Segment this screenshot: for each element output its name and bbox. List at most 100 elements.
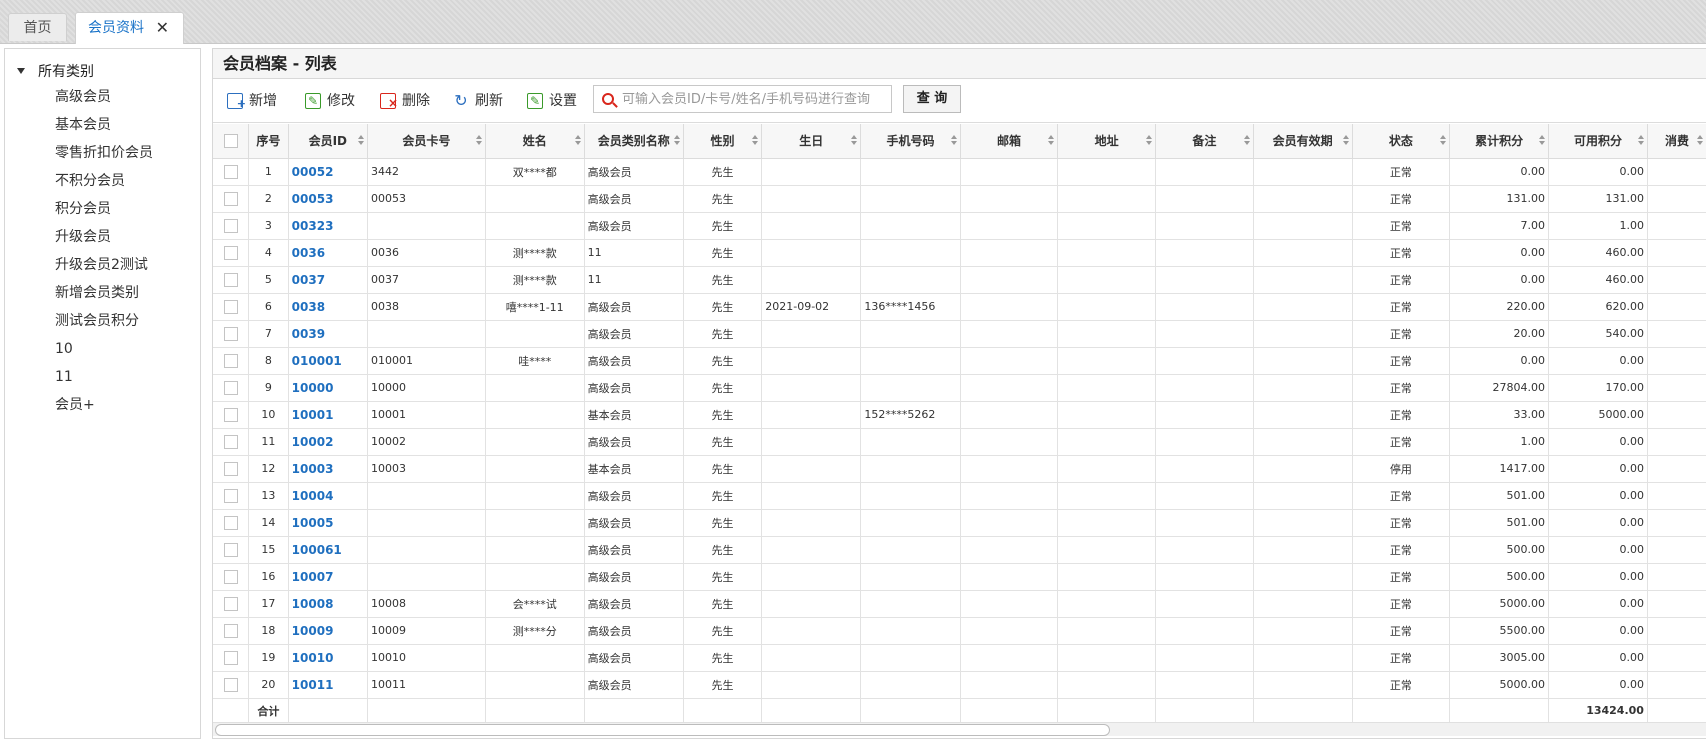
- tab-home[interactable]: 首页: [8, 13, 67, 41]
- member-id-link-cell[interactable]: 00052: [288, 158, 368, 186]
- column-header[interactable]: 姓名: [485, 124, 585, 159]
- member-id-link-cell[interactable]: 010001: [288, 347, 368, 375]
- column-header[interactable]: 性别: [683, 124, 763, 159]
- member-id-link-cell[interactable]: 00053: [288, 185, 368, 213]
- column-header[interactable]: 会员卡号: [367, 124, 486, 159]
- member-id-link-cell[interactable]: 0039: [288, 320, 368, 348]
- tree-root-all-categories[interactable]: 所有类别: [13, 61, 94, 81]
- member-id-link-cell[interactable]: 10003: [288, 455, 368, 483]
- column-header[interactable]: 邮箱: [960, 124, 1059, 159]
- member-id-link-cell[interactable]: 0037: [288, 266, 368, 294]
- row-checkbox[interactable]: [223, 407, 238, 422]
- table-row[interactable]: 16 10007 高级会员 先生 正常 500.00 0.00: [213, 563, 1706, 591]
- member-id-link-cell[interactable]: 00323: [288, 212, 368, 240]
- row-checkbox[interactable]: [223, 380, 238, 395]
- row-checkbox[interactable]: [223, 542, 238, 557]
- row-checkbox[interactable]: [223, 569, 238, 584]
- row-checkbox[interactable]: [223, 353, 238, 368]
- row-checkbox[interactable]: [223, 623, 238, 638]
- settings-button[interactable]: 设置: [527, 91, 577, 111]
- row-checkbox[interactable]: [223, 488, 238, 503]
- table-row[interactable]: 20 10011 10011 高级会员 先生 正常 5000.00 0.00: [213, 671, 1706, 699]
- table-row[interactable]: 8 010001 010001 哇**** 高级会员 先生 正常 0.00 0.00: [213, 347, 1706, 375]
- table-row[interactable]: 10 10001 10001 基本会员 先生 152****5262 正常 33.00 5000…: [213, 401, 1706, 429]
- table-row[interactable]: 11 10002 10002 高级会员 先生 正常 1.00 0.00: [213, 428, 1706, 456]
- member-id-link-cell[interactable]: 10005: [288, 509, 368, 537]
- member-id-link-cell[interactable]: 10009: [288, 617, 368, 645]
- row-checkbox[interactable]: [223, 434, 238, 449]
- column-header[interactable]: 地址: [1057, 124, 1157, 159]
- column-header[interactable]: 备注: [1155, 124, 1254, 159]
- column-header[interactable]: 手机号码: [860, 124, 961, 159]
- member-id-link-cell[interactable]: 10010: [288, 644, 368, 672]
- column-header[interactable]: 会员ID: [288, 124, 368, 159]
- search-input[interactable]: [622, 91, 882, 107]
- table-row[interactable]: 15 100061 高级会员 先生 正常 500.00 0.00: [213, 536, 1706, 564]
- table-row[interactable]: 6 0038 0038 嘻****1-11 高级会员 先生 2021-09-02 136***…: [213, 293, 1706, 321]
- sidebar-item[interactable]: 高级会员: [55, 83, 153, 111]
- delete-button[interactable]: 删除: [380, 91, 430, 113]
- member-id-link-cell[interactable]: 10000: [288, 374, 368, 402]
- sidebar-item[interactable]: 零售折扣价会员: [55, 139, 153, 167]
- row-checkbox[interactable]: [223, 650, 238, 665]
- close-icon[interactable]: ✕: [156, 13, 169, 43]
- member-id-link-cell[interactable]: 0036: [288, 239, 368, 267]
- row-checkbox[interactable]: [223, 299, 238, 314]
- member-id-link-cell[interactable]: 10002: [288, 428, 368, 456]
- row-checkbox[interactable]: [223, 245, 238, 260]
- member-id-link-cell[interactable]: 0038: [288, 293, 368, 321]
- sidebar-item[interactable]: 测试会员积分: [55, 307, 153, 335]
- table-row[interactable]: 9 10000 10000 高级会员 先生 正常 27804.00 170.00: [213, 374, 1706, 402]
- table-row[interactable]: 14 10005 高级会员 先生 正常 501.00 0.00: [213, 509, 1706, 537]
- row-checkbox[interactable]: [223, 272, 238, 287]
- table-row[interactable]: 13 10004 高级会员 先生 正常 501.00 0.00: [213, 482, 1706, 510]
- caret-down-icon[interactable]: [17, 68, 25, 74]
- table-row[interactable]: 1 00052 3442 双****都 高级会员 先生 正常 0.00 0.00: [213, 158, 1706, 186]
- sidebar-item[interactable]: 10: [55, 335, 153, 363]
- table-row[interactable]: 18 10009 10009 测****分 高级会员 先生 正常 5500.00 0.00: [213, 617, 1706, 645]
- member-id-link-cell[interactable]: 10008: [288, 590, 368, 618]
- edit-button[interactable]: 修改: [305, 91, 355, 111]
- row-checkbox[interactable]: [223, 461, 238, 476]
- table-row[interactable]: 5 0037 0037 测****款 11 先生 正常 0.00 460.00: [213, 266, 1706, 294]
- member-id-link-cell[interactable]: 10001: [288, 401, 368, 429]
- table-row[interactable]: 12 10003 10003 基本会员 先生 停用 1417.00 0.00: [213, 455, 1706, 483]
- row-checkbox[interactable]: [223, 596, 238, 611]
- query-button[interactable]: 查 询: [903, 85, 961, 113]
- member-id-link-cell[interactable]: 10011: [288, 671, 368, 699]
- table-row[interactable]: 3 00323 高级会员 先生 正常 7.00 1.00: [213, 212, 1706, 240]
- sidebar-item[interactable]: 11: [55, 363, 153, 391]
- column-header[interactable]: 生日: [761, 124, 862, 159]
- table-row[interactable]: 17 10008 10008 会****试 高级会员 先生 正常 5000.00 0.00: [213, 590, 1706, 618]
- sidebar-item[interactable]: 会员+: [55, 391, 153, 419]
- column-header[interactable]: 序号: [248, 124, 289, 159]
- column-header[interactable]: 可用积分: [1548, 124, 1648, 159]
- table-row[interactable]: 4 0036 0036 测****款 11 先生 正常 0.00 460.00: [213, 239, 1706, 267]
- member-id-link-cell[interactable]: 10004: [288, 482, 368, 510]
- sidebar-item[interactable]: 升级会员2测试: [55, 251, 153, 279]
- select-all-checkbox[interactable]: [223, 134, 238, 148]
- new-button[interactable]: 新增: [227, 91, 277, 114]
- refresh-button[interactable]: ↻ 刷新: [453, 91, 503, 111]
- member-id-link-cell[interactable]: 100061: [288, 536, 368, 564]
- row-checkbox[interactable]: [223, 191, 238, 206]
- column-header[interactable]: 累计积分: [1449, 124, 1550, 159]
- column-header[interactable]: 会员有效期: [1253, 124, 1353, 159]
- column-header[interactable]: 消费: [1647, 124, 1706, 159]
- row-checkbox[interactable]: [223, 515, 238, 530]
- row-checkbox[interactable]: [223, 164, 238, 179]
- sidebar-item[interactable]: 积分会员: [55, 195, 153, 223]
- tab-member-info[interactable]: 会员资料 ✕: [75, 12, 184, 44]
- horizontal-scrollbar[interactable]: [213, 722, 1706, 736]
- table-row[interactable]: 2 00053 00053 高级会员 先生 正常 131.00 131.00: [213, 185, 1706, 213]
- row-checkbox[interactable]: [223, 218, 238, 233]
- column-header[interactable]: 状态: [1352, 124, 1451, 159]
- row-checkbox[interactable]: [223, 677, 238, 692]
- table-row[interactable]: 19 10010 10010 高级会员 先生 正常 3005.00 0.00: [213, 644, 1706, 672]
- table-row[interactable]: 7 0039 高级会员 先生 正常 20.00 540.00: [213, 320, 1706, 348]
- sidebar-item[interactable]: 基本会员: [55, 111, 153, 139]
- scrollbar-thumb[interactable]: [215, 724, 1110, 736]
- sidebar-item[interactable]: 不积分会员: [55, 167, 153, 195]
- row-checkbox[interactable]: [223, 326, 238, 341]
- member-id-link-cell[interactable]: 10007: [288, 563, 368, 591]
